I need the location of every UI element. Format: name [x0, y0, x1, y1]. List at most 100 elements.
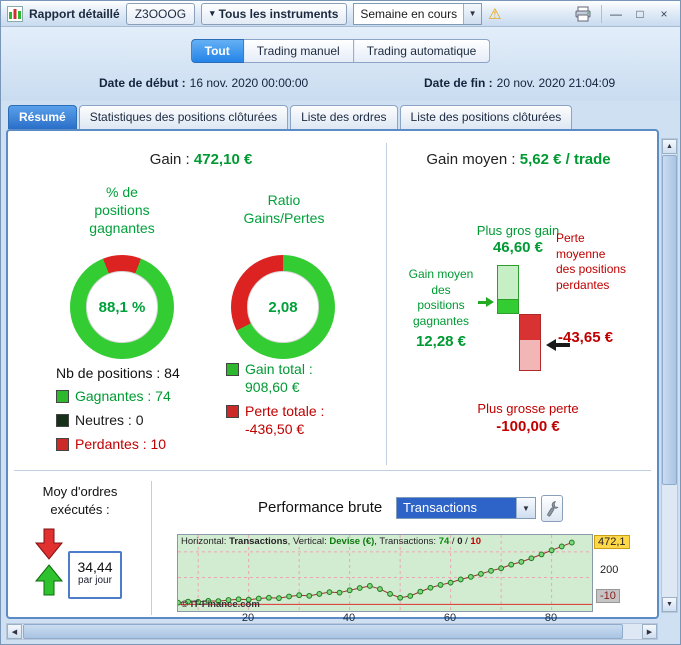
mode-button-tout[interactable]: Tout [190, 39, 244, 63]
gain-total-swatch [226, 362, 239, 376]
orders-per-day-unit: par jour [78, 575, 112, 586]
arrow-down-icon [32, 527, 66, 564]
perte-totale-swatch [226, 404, 239, 418]
scroll-down-button[interactable]: ▼ [662, 597, 677, 612]
maximize-button[interactable]: □ [630, 5, 650, 23]
gain-total-label: Gain total : [245, 361, 313, 377]
close-button[interactable]: × [654, 5, 674, 23]
mode-segmented-control: Tout Trading manuel Trading automatique [190, 39, 491, 63]
all-instruments-button[interactable]: ▾ Tous les instruments [201, 2, 348, 25]
winrate-value: 88,1 % [98, 298, 146, 316]
date-start-label: Date de début : [99, 76, 186, 90]
gain-label: Gain : [149, 151, 190, 168]
legend-row-neutres: Neutres : 0 [56, 412, 171, 428]
warning-icon: ⚠ [488, 5, 502, 23]
gagnantes-label: Gagnantes : 74 [75, 388, 171, 404]
vertical-divider-bottom [151, 481, 152, 615]
horizontal-divider [14, 470, 651, 471]
vertical-scrollbar[interactable]: ▲ ▼ [661, 138, 678, 613]
mode-button-trading-automatique[interactable]: Trading automatique [353, 39, 491, 63]
scroll-left-button[interactable]: ◀ [7, 624, 22, 639]
gain-moyen-label: Gain moyen : [426, 151, 516, 168]
positions-legend: Gagnantes : 74 Neutres : 0 Perdantes : 1… [56, 388, 171, 460]
orders-per-day-value: 34,44 [77, 559, 113, 575]
gain-bar [497, 265, 519, 314]
tab-liste-positions[interactable]: Liste des positions clôturées [399, 105, 573, 129]
avg-loss-bar-segment [520, 315, 540, 340]
y-axis-tick-200: 200 [600, 564, 619, 576]
chevron-down-icon[interactable]: ▼ [516, 498, 535, 518]
performance-chart: Horizontal: Transactions, Vertical: Devi… [177, 534, 593, 612]
tab-liste-ordres[interactable]: Liste des ordres [290, 105, 398, 129]
avg-gain-bar-segment [498, 299, 518, 313]
wrench-icon [545, 500, 559, 518]
window-title: Rapport détaillé [29, 6, 120, 21]
performance-select-value: Transactions [397, 498, 516, 518]
orders-title: Moy d'ordres exécutés : [42, 484, 118, 517]
avg-loss-label: Perte moyenne des positions perdantes [556, 231, 627, 292]
chart-settings-button[interactable] [541, 495, 563, 522]
toolbar-separator [601, 4, 602, 23]
horizontal-scrollbar-thumb[interactable] [23, 624, 623, 639]
perte-totale-label: Perte totale : [245, 403, 325, 419]
chart-legend: Horizontal: Transactions, Vertical: Devi… [181, 536, 481, 547]
gain-moyen-header: Gain moyen : 5,62 € / trade [391, 151, 646, 168]
y-axis-min-badge: -10 [596, 589, 620, 603]
avg-loss-arrow-icon [546, 339, 570, 351]
gagnantes-swatch [56, 389, 69, 403]
gain-value: 472,10 € [193, 151, 253, 168]
gain-moyen-value: 5,62 € / trade [519, 151, 611, 168]
tab-resume[interactable]: Résumé [8, 105, 77, 129]
ratio-donut-chart: 2,08 [231, 255, 335, 359]
chart-copyright: © iT-Finance.com [181, 599, 260, 610]
scroll-up-button[interactable]: ▲ [662, 139, 677, 154]
filter-bar: Tout Trading manuel Trading automatique … [1, 27, 680, 101]
summary-panel: Gain : 472,10 € Gain moyen : 5,62 € / tr… [6, 129, 659, 624]
nb-positions-label: Nb de positions : 84 [56, 365, 180, 381]
vertical-scrollbar-thumb[interactable] [662, 155, 677, 485]
orders-per-day-box: 34,44 par jour [68, 551, 122, 599]
horizontal-scrollbar[interactable]: ◀ ▶ [6, 623, 658, 640]
neutres-label: Neutres : 0 [75, 412, 144, 428]
period-select[interactable]: Semaine en cours ▼ [353, 2, 483, 25]
totals-legend: Gain total : 908,60 € Perte totale : -43… [226, 361, 324, 445]
perte-totale-row: Perte totale : [226, 403, 324, 419]
chevron-down-icon[interactable]: ▼ [463, 3, 482, 24]
perdantes-label: Perdantes : 10 [75, 436, 167, 452]
y-axis-last-value-badge: 472,1 [594, 535, 630, 549]
instrument-button[interactable]: Z3OOOG [125, 2, 196, 25]
gain-header: Gain : 472,10 € [51, 151, 351, 168]
gain-total-value: 908,60 € [245, 379, 300, 395]
winrate-donut-chart: 88,1 % [70, 255, 174, 359]
dropdown-icon: ▾ [210, 8, 215, 18]
print-button[interactable] [569, 2, 597, 26]
winrate-title: % de positions gagnantes [89, 184, 155, 237]
tab-statistiques[interactable]: Statistiques des positions clôturées [78, 105, 289, 129]
report-window: Rapport détaillé Z3OOOG ▾ Tous les instr… [0, 0, 681, 645]
perdantes-swatch [56, 437, 69, 451]
minimize-button[interactable]: — [606, 5, 626, 23]
report-tabs: Résumé Statistiques des positions clôtur… [1, 101, 658, 129]
ratio-title: Ratio Gains/Pertes [243, 192, 325, 227]
biggest-loss-value: -100,00 € [496, 418, 560, 435]
app-icon [7, 5, 23, 22]
performance-select[interactable]: Transactions ▼ [396, 497, 536, 519]
period-value: Semaine en cours [360, 6, 458, 21]
date-end-label: Date de fin : [424, 76, 493, 90]
avg-win-label: Gain moyen des positions gagnantes [408, 267, 474, 328]
scroll-right-button[interactable]: ▶ [642, 624, 657, 639]
date-end-value: 20 nov. 2020 21:04:09 [496, 76, 616, 90]
date-start: Date de début :16 nov. 2020 00:00:00 [99, 76, 308, 90]
neutres-swatch [56, 413, 69, 427]
mode-button-trading-manuel[interactable]: Trading manuel [243, 39, 354, 63]
gain-total-row: Gain total : [226, 361, 324, 377]
loss-bar [519, 314, 541, 371]
performance-title: Performance brute [258, 499, 383, 516]
avg-win-arrow-icon [478, 297, 494, 307]
winrate-donut-center: 88,1 % [86, 271, 158, 343]
ratio-value: 2,08 [268, 298, 298, 316]
date-start-value: 16 nov. 2020 00:00:00 [189, 76, 309, 90]
biggest-loss-label: Plus grosse perte [477, 401, 579, 416]
printer-icon [574, 6, 592, 22]
vertical-divider [386, 143, 387, 465]
